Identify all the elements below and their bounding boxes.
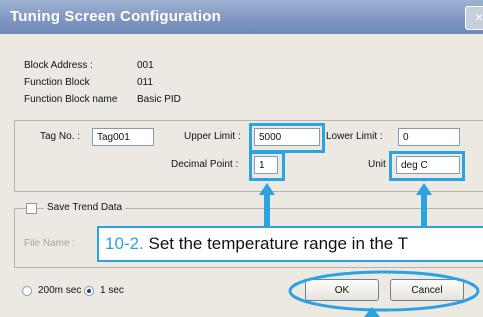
dialog-title: Tuning Screen Configuration	[10, 8, 221, 25]
arrow-up-icon	[416, 183, 432, 227]
decimal-point-label: Decimal Point :	[171, 159, 239, 170]
radio-200msec-label: 200m sec	[38, 285, 82, 296]
lower-limit-label: Lower Limit :	[326, 131, 383, 142]
file-name-label: File Name :	[24, 238, 76, 249]
instruction-callout: 10-2. Set the temperature range in the T	[97, 226, 483, 262]
function-block-value: 011	[137, 77, 153, 88]
radio-1sec[interactable]	[84, 286, 94, 296]
tuning-dialog: Tuning Screen Configuration × Block Addr…	[0, 0, 483, 317]
radio-1sec-label: 1 sec	[100, 285, 124, 296]
tag-label: Tag No. :	[40, 131, 81, 142]
lower-limit-input[interactable]: 0	[398, 128, 460, 146]
function-block-name-label: Function Block name	[24, 94, 118, 105]
function-block-name-value: Basic PID	[137, 94, 181, 105]
block-address-value: 001	[137, 60, 154, 71]
radio-200msec[interactable]	[22, 286, 32, 296]
title-bar: Tuning Screen Configuration ×	[0, 0, 483, 34]
callout-text: Set the temperature range in the T	[148, 234, 409, 253]
save-trend-checkbox[interactable]	[26, 203, 37, 214]
unit-label: Unit :	[368, 159, 392, 170]
ok-highlight-ellipse	[288, 270, 480, 312]
unit-highlight	[389, 151, 465, 181]
close-icon[interactable]: ×	[465, 6, 483, 30]
function-block-label: Function Block	[24, 77, 90, 88]
callout-step-number: 10-2.	[105, 234, 144, 253]
tag-input[interactable]: Tag001	[92, 128, 154, 146]
arrow-up-icon	[259, 183, 275, 227]
decimal-point-highlight	[249, 151, 285, 181]
block-address-label: Block Address :	[24, 60, 93, 71]
save-trend-label: Save Trend Data	[44, 202, 126, 213]
upper-limit-label: Upper Limit :	[184, 131, 241, 142]
upper-limit-highlight	[249, 123, 325, 153]
